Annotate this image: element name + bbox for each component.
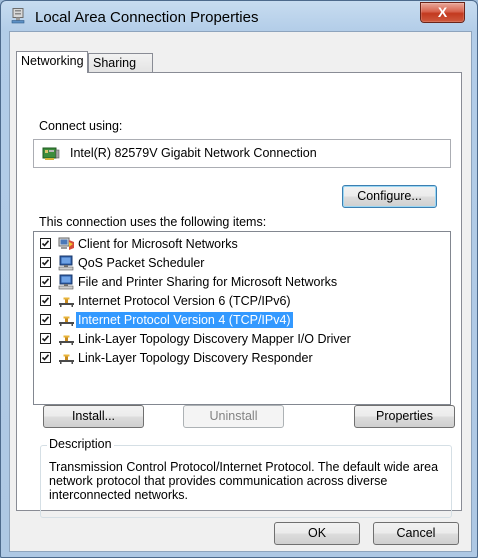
item-checkbox[interactable] — [40, 257, 51, 268]
checkmark-icon — [41, 240, 50, 247]
list-item-lltd-mapper[interactable]: Link-Layer Topology Discovery Mapper I/O… — [40, 330, 444, 348]
tab-sharing[interactable]: Sharing — [88, 53, 153, 73]
cancel-button-label: Cancel — [396, 526, 436, 540]
title-bar[interactable]: Local Area Connection Properties X — [1, 1, 477, 31]
item-label: Link-Layer Topology Discovery Mapper I/O… — [78, 332, 351, 346]
item-checkbox[interactable] — [40, 238, 51, 249]
items-section-label: This connection uses the following items… — [39, 215, 267, 229]
item-label: File and Printer Sharing for Microsoft N… — [78, 275, 338, 289]
install-button-label: Install... — [71, 409, 116, 423]
configure-button-label: Configure... — [357, 189, 422, 203]
protocol-icon — [59, 335, 74, 345]
checkmark-icon — [41, 278, 50, 285]
list-item-client-networks[interactable]: Client for Microsoft Networks — [40, 235, 444, 253]
checkmark-icon — [41, 297, 50, 304]
ok-button[interactable]: OK — [274, 522, 360, 545]
list-item-qos-scheduler[interactable]: QoS Packet Scheduler — [40, 254, 444, 272]
item-label: Internet Protocol Version 6 (TCP/IPv6) — [78, 294, 291, 308]
checkmark-icon — [41, 316, 50, 323]
window-title: Local Area Connection Properties — [35, 9, 259, 26]
item-checkbox[interactable] — [40, 352, 51, 363]
item-label: Client for Microsoft Networks — [78, 237, 238, 251]
adapter-field: Intel(R) 82579V Gigabit Network Connecti… — [33, 139, 451, 168]
properties-button[interactable]: Properties — [354, 405, 455, 428]
network-adapter-icon — [42, 147, 60, 160]
uninstall-button-label: Uninstall — [209, 409, 258, 423]
connect-using-label: Connect using: — [39, 119, 123, 133]
network-connection-icon — [11, 8, 25, 24]
list-item-ipv6[interactable]: Internet Protocol Version 6 (TCP/IPv6) — [40, 292, 444, 310]
protocol-icon — [59, 297, 74, 307]
components-list[interactable]: Client for Microsoft Networks QoS Packet… — [33, 231, 451, 405]
uninstall-button[interactable]: Uninstall — [183, 405, 284, 428]
description-title: Description — [47, 437, 114, 451]
item-checkbox[interactable] — [40, 314, 51, 325]
checkmark-icon — [41, 354, 50, 361]
item-checkbox[interactable] — [40, 276, 51, 287]
checkmark-icon — [41, 259, 50, 266]
dialog-client-area: Networking Sharing Connect using: Intel(… — [9, 31, 472, 552]
item-label: Internet Protocol Version 4 (TCP/IPv4) — [76, 312, 293, 328]
checkmark-icon — [41, 335, 50, 342]
list-item-lltd-responder[interactable]: Link-Layer Topology Discovery Responder — [40, 349, 444, 367]
configure-button[interactable]: Configure... — [342, 185, 437, 208]
install-button[interactable]: Install... — [43, 405, 144, 428]
network-service-icon — [58, 274, 74, 290]
item-checkbox[interactable] — [40, 333, 51, 344]
item-label: QoS Packet Scheduler — [78, 256, 205, 270]
protocol-icon — [59, 316, 74, 326]
network-client-icon — [58, 237, 74, 250]
properties-button-label: Properties — [376, 409, 433, 423]
item-checkbox[interactable] — [40, 295, 51, 306]
network-service-icon — [58, 255, 74, 271]
description-text: Transmission Control Protocol/Internet P… — [49, 460, 439, 502]
cancel-button[interactable]: Cancel — [373, 522, 459, 545]
list-item-ipv4[interactable]: Internet Protocol Version 4 (TCP/IPv4) — [40, 311, 444, 329]
protocol-icon — [59, 354, 74, 364]
properties-window: Local Area Connection Properties X Netwo… — [0, 0, 478, 558]
list-item-file-printer-sharing[interactable]: File and Printer Sharing for Microsoft N… — [40, 273, 444, 291]
adapter-name: Intel(R) 82579V Gigabit Network Connecti… — [70, 146, 317, 160]
item-label: Link-Layer Topology Discovery Responder — [78, 351, 313, 365]
close-button[interactable]: X — [420, 2, 465, 23]
networking-tab-panel: Connect using: Intel(R) 82579V Gigabit N… — [16, 72, 462, 518]
ok-button-label: OK — [307, 526, 327, 540]
tab-networking[interactable]: Networking — [16, 51, 88, 73]
